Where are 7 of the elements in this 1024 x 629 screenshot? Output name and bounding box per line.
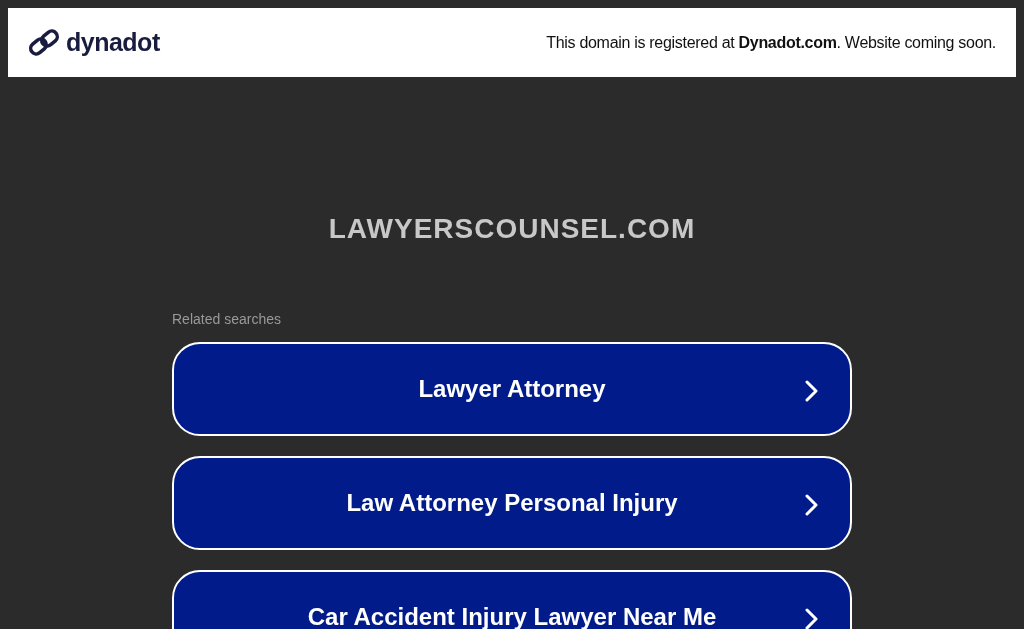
logo-text: dynadot	[66, 26, 160, 58]
chain-link-icon	[28, 26, 60, 59]
search-link[interactable]: Lawyer Attorney	[172, 342, 852, 436]
search-link[interactable]: Law Attorney Personal Injury	[172, 456, 852, 550]
domain-title: LAWYERSCOUNSEL.COM	[328, 212, 696, 246]
related-searches-label: Related searches	[172, 311, 282, 327]
registration-notice: This domain is registered at Dynadot.com. Website coming soon.	[546, 32, 996, 53]
